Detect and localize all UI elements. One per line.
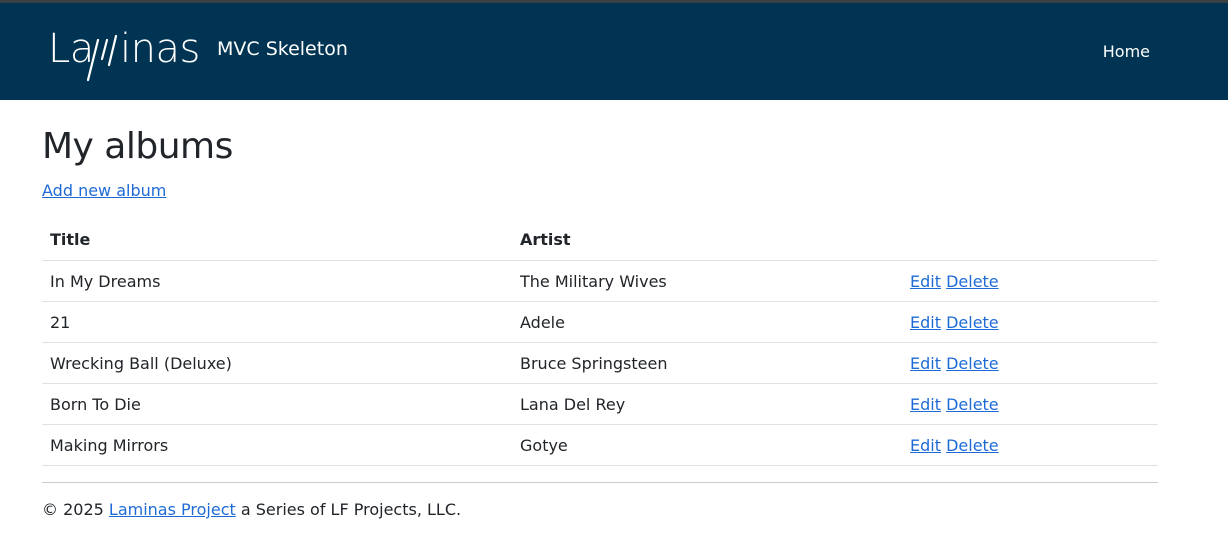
svg-text:inas: inas bbox=[120, 26, 200, 72]
album-actions: Edit Delete bbox=[902, 342, 1158, 384]
top-navbar: La inas MVC Skeleton Home bbox=[0, 0, 1228, 100]
album-artist: Lana Del Rey bbox=[512, 383, 902, 425]
footer-suffix: a Series of LF Projects, LLC. bbox=[240, 500, 462, 519]
edit-link[interactable]: Edit bbox=[910, 354, 941, 373]
table-row: Born To Die Lana Del Rey Edit Delete bbox=[42, 383, 1158, 425]
album-artist: The Military Wives bbox=[512, 260, 902, 302]
album-actions: Edit Delete bbox=[902, 424, 1158, 466]
page-title: My albums bbox=[42, 126, 233, 167]
album-title: Wrecking Ball (Deluxe) bbox=[42, 342, 512, 384]
laminas-project-link[interactable]: Laminas Project bbox=[109, 500, 236, 519]
album-artist: Gotye bbox=[512, 424, 902, 466]
table-row: Wrecking Ball (Deluxe) Bruce Springsteen… bbox=[42, 342, 1158, 384]
column-header-artist: Artist bbox=[512, 218, 902, 261]
table-row: Making Mirrors Gotye Edit Delete bbox=[42, 424, 1158, 466]
table-row: 21 Adele Edit Delete bbox=[42, 301, 1158, 343]
album-actions: Edit Delete bbox=[902, 383, 1158, 425]
album-title: In My Dreams bbox=[42, 260, 512, 302]
album-artist: Bruce Springsteen bbox=[512, 342, 902, 384]
table-row: In My Dreams The Military Wives Edit Del… bbox=[42, 260, 1158, 302]
delete-link[interactable]: Delete bbox=[946, 354, 999, 373]
column-header-actions bbox=[902, 218, 1158, 261]
delete-link[interactable]: Delete bbox=[946, 313, 999, 332]
brand-subtitle: MVC Skeleton bbox=[217, 38, 348, 60]
album-actions: Edit Delete bbox=[902, 260, 1158, 302]
edit-link[interactable]: Edit bbox=[910, 436, 941, 455]
add-album-link[interactable]: Add new album bbox=[42, 181, 166, 200]
album-title: Born To Die bbox=[42, 383, 512, 425]
svg-text:La: La bbox=[48, 26, 94, 72]
delete-link[interactable]: Delete bbox=[946, 272, 999, 291]
album-title: 21 bbox=[42, 301, 512, 343]
edit-link[interactable]: Edit bbox=[910, 395, 941, 414]
laminas-logo: La inas bbox=[48, 26, 200, 82]
table-header-row: Title Artist bbox=[42, 218, 1158, 261]
footer-divider bbox=[42, 482, 1158, 483]
brand-link[interactable]: La inas MVC Skeleton bbox=[48, 22, 348, 86]
album-artist: Adele bbox=[512, 301, 902, 343]
footer-copyright: © 2025 bbox=[42, 500, 104, 519]
nav-home-link[interactable]: Home bbox=[1103, 42, 1150, 61]
edit-link[interactable]: Edit bbox=[910, 272, 941, 291]
edit-link[interactable]: Edit bbox=[910, 313, 941, 332]
column-header-title: Title bbox=[42, 218, 512, 261]
delete-link[interactable]: Delete bbox=[946, 436, 999, 455]
album-actions: Edit Delete bbox=[902, 301, 1158, 343]
footer: © 2025 Laminas Project a Series of LF Pr… bbox=[42, 500, 461, 519]
delete-link[interactable]: Delete bbox=[946, 395, 999, 414]
album-title: Making Mirrors bbox=[42, 424, 512, 466]
albums-table: Title Artist In My Dreams The Military W… bbox=[42, 218, 1158, 466]
